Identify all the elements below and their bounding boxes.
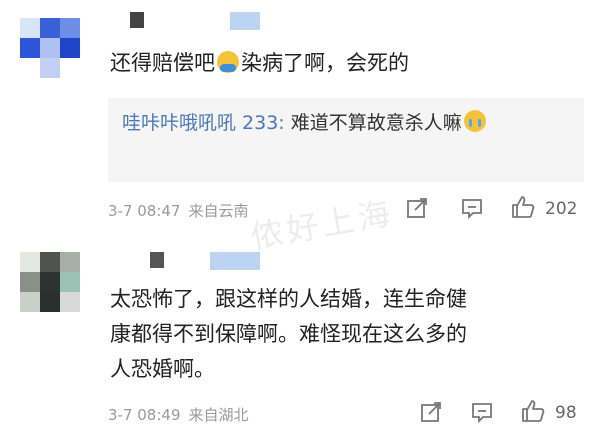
comment-location: 来自湖北 bbox=[188, 406, 249, 424]
avatar[interactable] bbox=[20, 18, 80, 78]
reply-text: 哇咔咔哦吼吼 233: 难道不算故意杀人嘛 bbox=[122, 106, 570, 140]
comment-meta: 3-7 08:49 来自湖北 bbox=[108, 404, 257, 425]
comment-date: 3-7 08:49 bbox=[108, 406, 181, 424]
like-count: 98 bbox=[555, 403, 577, 423]
reply-button[interactable] bbox=[470, 400, 494, 424]
comment-item: 太恐怖了，跟这样的人结婚，连生命健康都得不到保障啊。难怪现在这么多的人恐婚啊。 … bbox=[0, 232, 600, 437]
share-button[interactable] bbox=[419, 400, 443, 424]
reply-box[interactable]: 哇咔咔哦吼吼 233: 难道不算故意杀人嘛 bbox=[108, 98, 584, 182]
comment-item: 还得赔偿吧 染病了啊，会死的 哇咔咔哦吼吼 233: 难道不算故意杀人嘛 3-7 … bbox=[0, 0, 600, 232]
comment-text: 还得赔偿吧 染病了啊，会死的 bbox=[110, 51, 409, 75]
reply-username[interactable]: 哇咔咔哦吼吼 233: bbox=[122, 112, 285, 134]
pray-hands-emoji-icon bbox=[217, 51, 239, 73]
comment-meta: 3-7 08:47 来自云南 bbox=[108, 200, 257, 221]
comment-location: 来自云南 bbox=[188, 202, 249, 220]
reply-button[interactable] bbox=[460, 196, 484, 220]
crying-emoji-icon bbox=[463, 110, 486, 132]
share-icon bbox=[407, 198, 427, 218]
comment-text: 太恐怖了，跟这样的人结婚，连生命健康都得不到保障啊。难怪现在这么多的人恐婚啊。 bbox=[110, 287, 467, 381]
comment-icon bbox=[472, 403, 492, 424]
username-blurred[interactable] bbox=[150, 252, 285, 272]
like-count: 202 bbox=[545, 199, 578, 219]
comment-date: 3-7 08:47 bbox=[108, 202, 181, 220]
share-button[interactable] bbox=[405, 196, 429, 220]
like-button[interactable] bbox=[520, 398, 546, 424]
thumbs-up-icon bbox=[522, 400, 545, 422]
share-icon bbox=[421, 402, 441, 422]
username-blurred[interactable] bbox=[130, 12, 265, 32]
comment-icon bbox=[462, 199, 482, 220]
like-button[interactable] bbox=[510, 194, 536, 220]
avatar[interactable] bbox=[20, 252, 80, 312]
thumbs-up-icon bbox=[512, 196, 535, 218]
